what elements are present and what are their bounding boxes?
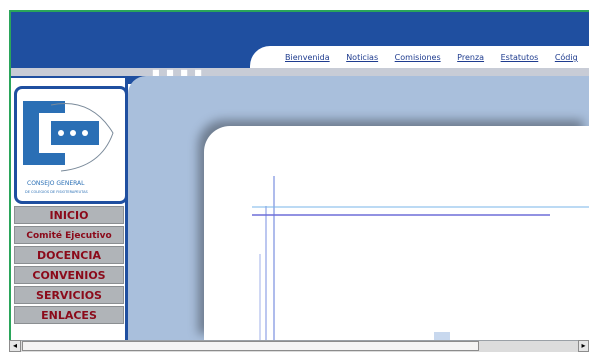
nav-link-comisiones[interactable]: Comisiones <box>395 53 441 62</box>
menu-item-servicios[interactable]: SERVICIOS <box>14 286 124 304</box>
browser-frame: Bienvenida Noticias Comisiones Prenza Es… <box>0 0 589 352</box>
logo-emblem-icon: CONSEJO GENERAL DE COLEGIOS DE FISIOTERA… <box>23 101 114 194</box>
decorative-lines <box>252 176 589 340</box>
nav-link-bienvenida[interactable]: Bienvenida <box>285 53 330 62</box>
menu-item-comite-ejecutivo[interactable]: Comité Ejecutivo <box>14 226 124 244</box>
menu-item-inicio[interactable]: INICIO <box>14 206 124 224</box>
nav-link-codigo[interactable]: Códig <box>555 53 578 62</box>
scroll-left-arrow-icon[interactable]: ◂ <box>9 340 21 352</box>
nav-link-estatutos[interactable]: Estatutos <box>501 53 539 62</box>
main-content-panel <box>204 126 589 340</box>
logo-text-line1: CONSEJO GENERAL <box>27 180 85 187</box>
logo-text-line2: DE COLEGIOS DE FISIOTERAPEUTAS <box>25 190 88 194</box>
organization-logo[interactable]: CONSEJO GENERAL DE COLEGIOS DE FISIOTERA… <box>14 86 128 204</box>
horizontal-scrollbar-thumb[interactable] <box>22 341 479 351</box>
scroll-right-arrow-icon[interactable]: ▸ <box>578 340 589 352</box>
menu-item-docencia[interactable]: DOCENCIA <box>14 246 124 264</box>
menu-item-convenios[interactable]: CONVENIOS <box>14 266 124 284</box>
top-navigation: Bienvenida Noticias Comisiones Prenza Es… <box>285 53 589 62</box>
nav-link-prenza[interactable]: Prenza <box>457 53 484 62</box>
sidebar-menu: INICIO Comité Ejecutivo DOCENCIA CONVENI… <box>14 206 124 326</box>
menu-item-enlaces[interactable]: ENLACES <box>14 306 124 324</box>
nav-link-noticias[interactable]: Noticias <box>346 53 378 62</box>
header-divider-bar <box>11 68 589 76</box>
